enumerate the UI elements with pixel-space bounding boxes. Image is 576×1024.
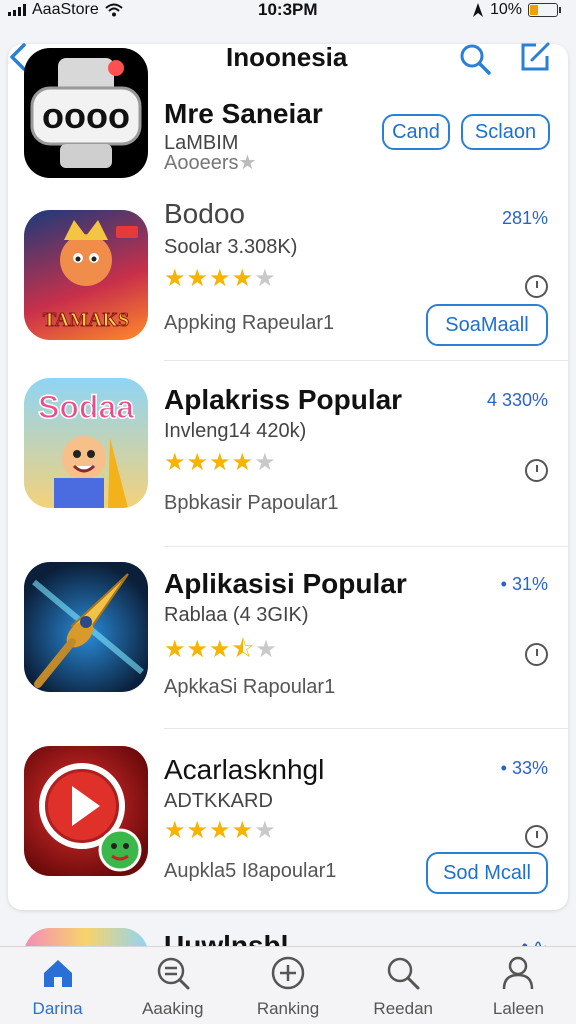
- app-category: Aupkla5 I8apoular1: [164, 860, 337, 882]
- tab-label: Reedan: [373, 999, 433, 1018]
- location-icon: [472, 3, 483, 17]
- tab-aaaking[interactable]: Aaaking: [115, 947, 230, 1024]
- app-sub: Rablaa (4 3GIK): [164, 604, 309, 626]
- search-list-icon: [157, 957, 190, 990]
- app-sub: ADTKKARD: [164, 790, 273, 812]
- divider: [164, 360, 568, 361]
- rating-stars: ★★★⯪★: [164, 636, 278, 663]
- tamaks-cartoon-icon: TAMAKS: [24, 210, 148, 340]
- app-sub: Invleng14 420k): [164, 420, 307, 442]
- app-name: Acarlasknhgl: [164, 754, 325, 785]
- status-time: 10:3PM: [258, 0, 318, 19]
- list-item[interactable]: Aplikasisi Popular Rablaa (4 3GIK) ★★★⯪★…: [0, 560, 576, 720]
- golden-drill-icon: [24, 562, 148, 692]
- list-item[interactable]: Acarlasknhgl ADTKKARD ★★★★★ Aupkla5 I8ap…: [0, 744, 576, 904]
- rating-stars: ★★★★★: [164, 265, 277, 292]
- app-name: Uuwlnsbl: [164, 930, 289, 946]
- app-name: Aplakriss Popular: [164, 384, 403, 415]
- tab-bar: Darina Aaaking Ranking Reedan Laleen: [0, 946, 576, 1024]
- rating-stars: ★★★★★: [164, 817, 277, 844]
- info-icon[interactable]: [525, 275, 548, 298]
- plus-circle-icon: [271, 956, 305, 990]
- featured-app-name: Mre Saneiar: [164, 98, 323, 129]
- person-icon: [503, 956, 534, 990]
- rating-stars: ★★★★★: [164, 449, 277, 476]
- app-percent: • 31%: [500, 574, 548, 594]
- tab-darina[interactable]: Darina: [0, 947, 115, 1024]
- list-item[interactable]: TAMAKS Bodoo Soolar 3.308K) ★★★★★ Appkin…: [0, 196, 576, 356]
- search-icon: [387, 957, 420, 990]
- app-category: Bpbkasir Papoular1: [164, 492, 339, 514]
- svg-text:oooo: oooo: [42, 95, 130, 136]
- status-bar: AaaStore 10:3PM 10%: [0, 0, 576, 20]
- tab-label: Ranking: [256, 999, 320, 1018]
- carrier-label: AaaStore: [32, 1, 99, 18]
- list-item[interactable]: Sodaa Aplakriss Popular Invleng14 420k) …: [0, 376, 576, 536]
- app-sub: Soolar 3.308K): [164, 236, 298, 258]
- svg-text:Sodaa: Sodaa: [38, 389, 134, 425]
- status-right: 10%: [472, 1, 561, 19]
- app-percent: 4 330%: [486, 390, 548, 410]
- battery-percent: 10%: [489, 1, 522, 18]
- tab-ranking[interactable]: Ranking: [230, 947, 345, 1024]
- tab-laleen[interactable]: Laleen: [461, 947, 576, 1024]
- battery-icon: [528, 3, 561, 17]
- home-icon: [43, 960, 72, 987]
- sclaon-button[interactable]: Sclaon: [461, 114, 550, 150]
- red-play-icon: [24, 746, 148, 876]
- app-icon-peek: [24, 928, 148, 946]
- tab-label: Aaaking: [142, 999, 204, 1018]
- svg-text:TAMAKS: TAMAKS: [43, 309, 129, 331]
- app-name: Aplikasisi Popular: [164, 568, 407, 599]
- app-name: Bodoo: [164, 198, 245, 229]
- info-icon[interactable]: [525, 825, 548, 848]
- sodaa-cartoon-icon: Sodaa: [24, 378, 148, 508]
- featured-app-sub2: Aooeers★: [164, 152, 257, 174]
- app-category: Appking Rapeular1: [164, 312, 335, 334]
- info-icon[interactable]: [525, 459, 548, 482]
- oooo-robot-icon: oooo: [24, 48, 148, 178]
- get-button[interactable]: Sod Mcall: [426, 852, 548, 894]
- cand-button[interactable]: Cand: [382, 114, 450, 150]
- wifi-icon: [105, 3, 123, 17]
- tab-reedan[interactable]: Reedan: [346, 947, 461, 1024]
- tab-label: Darina: [32, 999, 83, 1018]
- featured-app-row[interactable]: oooo Mre Saneiar LaMBIM Aooeers★ Cand Sc…: [0, 44, 576, 204]
- signal-icon: [8, 4, 26, 16]
- divider: [164, 728, 568, 729]
- list-item-peek[interactable]: Uuwlnsbl • ∿: [0, 912, 576, 946]
- app-percent: 281%: [501, 208, 548, 228]
- app-percent: • ∿: [521, 936, 548, 946]
- status-left: AaaStore: [8, 1, 123, 19]
- divider: [164, 546, 568, 547]
- tab-label: Laleen: [492, 999, 544, 1018]
- info-icon[interactable]: [525, 643, 548, 666]
- app-percent: • 33%: [500, 758, 548, 778]
- app-category: ApkkaSi Rapoular1: [164, 676, 336, 698]
- get-button[interactable]: SoaMaall: [426, 304, 548, 346]
